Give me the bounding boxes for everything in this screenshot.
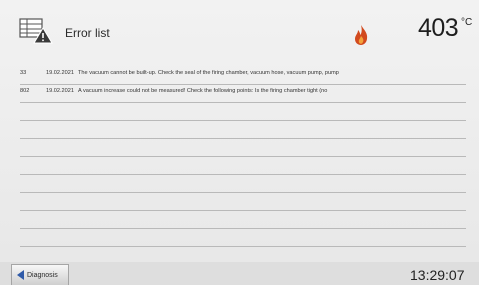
header: Error list 403 °C: [0, 0, 479, 58]
table-row[interactable]: 802 19.02.2021 A vacuum increase could n…: [20, 84, 466, 103]
back-button-label: Diagnosis: [27, 271, 58, 279]
diagnosis-back-button[interactable]: Diagnosis: [11, 264, 69, 285]
table-row[interactable]: [20, 192, 466, 211]
table-row[interactable]: [20, 156, 466, 175]
table-row[interactable]: 33 19.02.2021 The vacuum cannot be built…: [20, 66, 466, 85]
error-message: A vacuum increase could not be measured!…: [78, 88, 328, 94]
error-list-icon: [19, 18, 53, 44]
arrow-left-icon: [17, 270, 24, 280]
error-list: 33 19.02.2021 The vacuum cannot be built…: [20, 66, 466, 254]
temperature-value: 403: [418, 14, 459, 42]
table-row[interactable]: [20, 228, 466, 247]
clock: 13:29:07: [410, 267, 465, 283]
footer-bar: [0, 262, 479, 285]
error-message: The vacuum cannot be built-up. Check the…: [78, 70, 339, 76]
error-code: 802: [20, 88, 30, 94]
table-row[interactable]: [20, 102, 466, 121]
table-row[interactable]: [20, 138, 466, 157]
screen: Error list 403 °C 33 19.02.2021 The vacu…: [0, 0, 479, 285]
error-code: 33: [20, 70, 27, 76]
temperature-unit: °C: [461, 17, 473, 28]
flame-icon: [355, 25, 368, 45]
error-date: 19.02.2021: [46, 88, 74, 94]
table-row[interactable]: [20, 174, 466, 193]
page-title: Error list: [65, 26, 110, 40]
table-row[interactable]: [20, 210, 466, 229]
table-row[interactable]: [20, 120, 466, 139]
error-date: 19.02.2021: [46, 70, 74, 76]
